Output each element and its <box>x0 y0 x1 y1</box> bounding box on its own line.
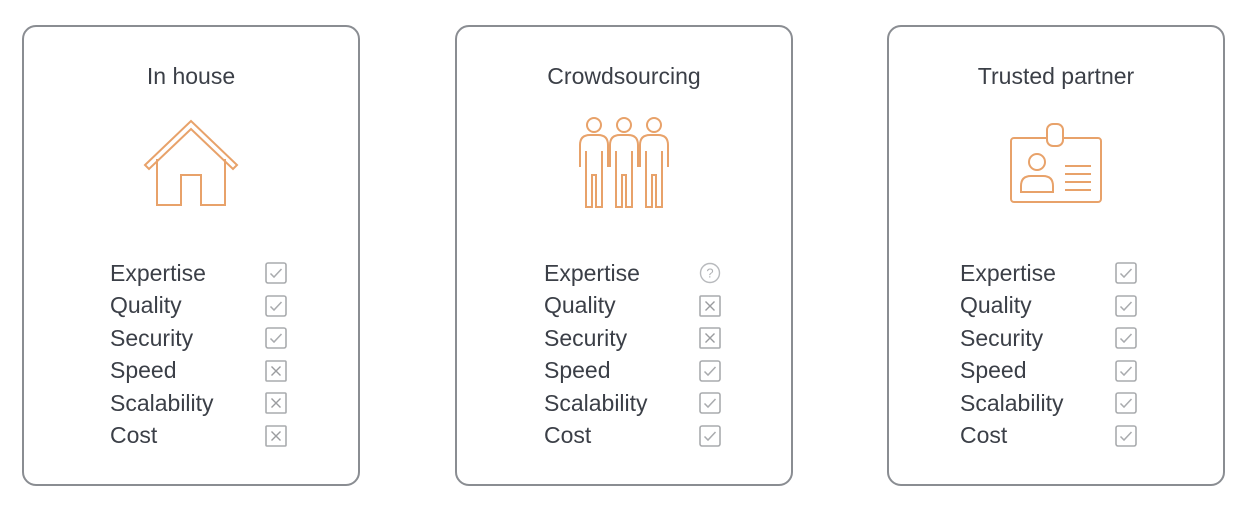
checkbox-checked-icon <box>1115 262 1137 285</box>
checkbox-cross-icon <box>699 294 721 317</box>
criteria-row: Speed <box>960 355 1137 388</box>
checkbox-checked-icon <box>1115 424 1137 447</box>
id-badge-icon <box>889 122 1223 209</box>
criteria-row: Scalability <box>110 387 287 420</box>
criteria-row: Expertise <box>110 257 287 290</box>
criteria-label: Quality <box>960 292 1032 319</box>
criteria-list: Expertise Quality Security Speed Scalabi… <box>110 257 287 452</box>
card-title: Trusted partner <box>977 63 1135 89</box>
criteria-row: Speed <box>544 355 721 388</box>
card-title: Crowdsourcing <box>547 63 701 89</box>
card-title: In house <box>146 63 236 89</box>
criteria-label: Quality <box>110 292 182 319</box>
criteria-row: Quality <box>544 290 721 323</box>
criteria-row: Quality <box>960 290 1137 323</box>
criteria-list: Expertise? Quality Security Speed Scalab… <box>544 257 721 452</box>
criteria-row: Security <box>110 322 287 355</box>
checkbox-checked-icon <box>699 424 721 447</box>
checkbox-checked-icon <box>1115 359 1137 382</box>
criteria-row: Scalability <box>960 387 1137 420</box>
criteria-label: Security <box>960 324 1044 351</box>
criteria-label: Expertise <box>110 259 206 286</box>
criteria-label: Speed <box>110 357 177 384</box>
criteria-label: Security <box>544 324 628 351</box>
criteria-row: Quality <box>110 290 287 323</box>
card-trusted-partner: Trusted partner Expertise Quality Securi… <box>887 25 1225 486</box>
checkbox-checked-icon <box>265 327 287 350</box>
checkbox-checked-icon <box>699 392 721 415</box>
card-crowdsourcing: Crowdsourcing Expertise? Quality Securit… <box>455 25 793 486</box>
checkbox-cross-icon <box>265 424 287 447</box>
criteria-label: Speed <box>960 357 1027 384</box>
criteria-label: Quality <box>544 292 616 319</box>
criteria-list: Expertise Quality Security Speed Scalabi… <box>960 257 1137 452</box>
checkbox-checked-icon <box>1115 392 1137 415</box>
criteria-row: Expertise? <box>544 257 721 290</box>
card-in-house: In house Expertise Quality Security Spee… <box>22 25 360 486</box>
criteria-row: Cost <box>544 420 721 453</box>
checkbox-cross-icon <box>699 327 721 350</box>
criteria-row: Cost <box>960 420 1137 453</box>
criteria-label: Expertise <box>544 259 640 286</box>
people-group-icon <box>457 115 791 216</box>
criteria-label: Scalability <box>110 389 214 416</box>
checkbox-checked-icon <box>265 262 287 285</box>
checkbox-cross-icon <box>265 392 287 415</box>
criteria-label: Cost <box>110 422 158 449</box>
checkbox-checked-icon <box>1115 327 1137 350</box>
criteria-label: Scalability <box>960 389 1064 416</box>
criteria-row: Speed <box>110 355 287 388</box>
criteria-label: Cost <box>960 422 1008 449</box>
svg-text:?: ? <box>706 266 713 281</box>
criteria-label: Scalability <box>544 389 648 416</box>
checkbox-checked-icon <box>265 294 287 317</box>
criteria-row: Expertise <box>960 257 1137 290</box>
criteria-row: Scalability <box>544 387 721 420</box>
checkbox-cross-icon <box>265 359 287 382</box>
question-mark-icon: ? <box>699 262 721 284</box>
criteria-row: Cost <box>110 420 287 453</box>
criteria-label: Speed <box>544 357 611 384</box>
criteria-row: Security <box>960 322 1137 355</box>
house-icon <box>24 119 358 212</box>
criteria-label: Security <box>110 324 194 351</box>
criteria-label: Expertise <box>960 259 1056 286</box>
criteria-label: Cost <box>544 422 592 449</box>
checkbox-checked-icon <box>699 359 721 382</box>
criteria-row: Security <box>544 322 721 355</box>
checkbox-checked-icon <box>1115 294 1137 317</box>
